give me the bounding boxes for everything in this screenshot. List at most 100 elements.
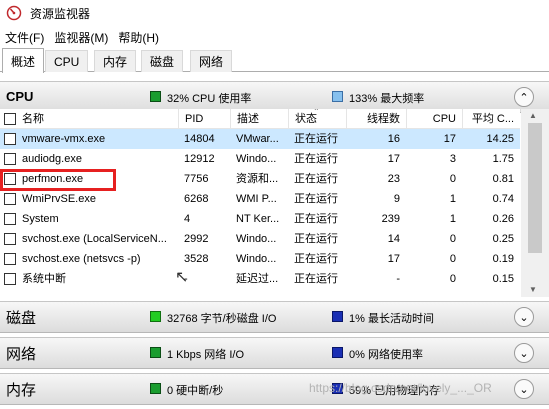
scroll-up-icon[interactable]: ▲ [529, 111, 537, 120]
overview-panel: CPU 32% CPU 使用率 133% 最大频率 ⌃ 名称 PID 描述 状态… [0, 72, 549, 409]
process-avg-cpu: 0.81 [492, 173, 514, 185]
table-row[interactable]: perfmon.exe 7756 资源和... 正在运行 23 0 0.81 [0, 169, 520, 189]
menu-file[interactable]: 文件(F) [0, 29, 49, 46]
tab-disk[interactable]: 磁盘 [141, 50, 184, 72]
process-threads: 17 [387, 153, 400, 165]
process-pid: 4 [184, 213, 191, 225]
process-cpu: 17 [443, 133, 456, 145]
process-cpu: 3 [449, 153, 456, 165]
column-header-description[interactable]: 描述 [230, 109, 288, 129]
disk-io-swatch [150, 311, 161, 322]
tab-overview[interactable]: 概述 [2, 48, 45, 73]
disk-section-title: 磁盘 [6, 310, 37, 327]
process-description: VMwar... [236, 133, 279, 145]
table-row[interactable]: svchost.exe (LocalServiceN... 2992 Windo..… [0, 229, 520, 249]
cpu-max-freq-text: 133% 最大频率 [349, 93, 425, 105]
menu-bar: 文件(F) 监视器(M) 帮助(H) [0, 26, 549, 48]
process-cpu: 0 [449, 273, 456, 285]
disk-io-text: 32768 字节/秒磁盘 I/O [167, 313, 277, 325]
process-pid: 2992 [184, 233, 209, 245]
process-threads: 239 [381, 213, 400, 225]
row-checkbox[interactable] [4, 193, 16, 205]
select-all-checkbox[interactable] [4, 113, 16, 125]
row-checkbox[interactable] [4, 153, 16, 165]
table-row[interactable]: vmware-vmx.exe 14804 VMwar... 正在运行 16 17 14.25 [0, 129, 520, 149]
disk-active-swatch [332, 311, 343, 322]
resource-monitor-icon [6, 5, 22, 21]
expand-icon[interactable]: ⌄ [514, 379, 534, 399]
row-checkbox[interactable] [4, 173, 16, 185]
process-description: Windo... [236, 253, 277, 265]
mouse-cursor-icon: ↖ [175, 269, 189, 286]
process-status: 正在运行 [294, 193, 338, 205]
process-pid: 12912 [184, 153, 215, 165]
process-name: perfmon.exe [22, 173, 84, 185]
column-header-threads[interactable]: 线程数 [346, 109, 406, 129]
memory-faults-text: 0 硬中断/秒 [167, 385, 224, 397]
tab-cpu[interactable]: CPU [45, 50, 89, 72]
cpu-usage-text: 32% CPU 使用率 [167, 93, 252, 105]
process-status: 正在运行 [294, 253, 338, 265]
cpu-usage-swatch [150, 91, 161, 102]
table-row[interactable]: 系统中断 - 延迟过... 正在运行 -0 0.15 [0, 269, 520, 289]
row-checkbox[interactable] [4, 233, 16, 245]
process-name: 系统中断 [22, 273, 66, 285]
disk-section-header[interactable]: 磁盘 32768 字节/秒磁盘 I/O 1% 最长活动时间 ⌄ [0, 301, 549, 333]
sort-up-icon: ⌃ [313, 109, 320, 116]
process-name: WmiPrvSE.exe [22, 193, 96, 205]
table-row[interactable]: svchost.exe (netsvcs -p) 3528 Windo... 正在运行… [0, 249, 520, 269]
process-avg-cpu: 0.15 [492, 273, 514, 285]
network-io-swatch [150, 347, 161, 358]
column-header-cpu[interactable]: CPU [406, 109, 462, 129]
watermark: https://blog.csdn.net/lovely_..._OR [309, 381, 492, 395]
process-cpu: 0 [449, 253, 456, 265]
column-header-status[interactable]: 状态 ⌃ [288, 109, 346, 129]
collapse-icon[interactable]: ⌃ [514, 87, 534, 107]
menu-monitor[interactable]: 监视器(M) [49, 29, 113, 46]
scroll-down-icon[interactable]: ▼ [529, 285, 537, 294]
process-status: 正在运行 [294, 153, 338, 165]
process-status: 正在运行 [294, 233, 338, 245]
process-avg-cpu: 0.74 [492, 193, 514, 205]
process-cpu: 0 [449, 233, 456, 245]
process-name: audiodg.exe [22, 153, 82, 165]
column-header-avg-cpu[interactable]: 平均 C... [462, 109, 520, 129]
menu-help[interactable]: 帮助(H) [113, 29, 164, 46]
network-section-header[interactable]: 网络 1 Kbps 网络 I/O 0% 网络使用率 ⌄ [0, 337, 549, 369]
tab-memory[interactable]: 内存 [94, 50, 137, 72]
expand-icon[interactable]: ⌄ [514, 343, 534, 363]
process-avg-cpu: 1.75 [492, 153, 514, 165]
row-checkbox[interactable] [4, 273, 16, 285]
column-header-name[interactable]: 名称 [16, 109, 178, 129]
process-description: Windo... [236, 153, 277, 165]
row-checkbox[interactable] [4, 213, 16, 225]
process-status: 正在运行 [294, 273, 338, 285]
window-title: 资源监视器 [30, 6, 91, 21]
tab-bar: 概述 CPU 内存 磁盘 网络 [0, 48, 549, 73]
network-io-text: 1 Kbps 网络 I/O [167, 349, 245, 361]
scrollbar-thumb[interactable] [528, 123, 542, 253]
process-avg-cpu: 0.26 [492, 213, 514, 225]
row-checkbox[interactable] [4, 133, 16, 145]
process-description: 延迟过... [236, 273, 279, 285]
process-threads: 9 [393, 193, 400, 205]
process-description: NT Ker... [236, 213, 280, 225]
column-header-pid[interactable]: PID [178, 109, 230, 129]
table-row[interactable]: WmiPrvSE.exe 6268 WMI P... 正在运行 9 1 0.74 [0, 189, 520, 209]
cpu-section-title: CPU [6, 89, 34, 104]
expand-icon[interactable]: ⌄ [514, 307, 534, 327]
process-name: System [22, 213, 59, 225]
vertical-scrollbar[interactable]: ▲ ▼ [521, 109, 549, 297]
process-pid: 14804 [184, 133, 215, 145]
tab-network[interactable]: 网络 [190, 50, 233, 72]
process-name: vmware-vmx.exe [22, 133, 106, 145]
table-header: 名称 PID 描述 状态 ⌃ 线程数 CPU 平均 C... [0, 109, 520, 129]
table-row[interactable]: audiodg.exe 12912 Windo... 正在运行 17 3 1.75 [0, 149, 520, 169]
table-row[interactable]: System 4 NT Ker... 正在运行 239 1 0.26 [0, 209, 520, 229]
title-bar: 资源监视器 [0, 0, 549, 26]
network-usage-text: 0% 网络使用率 [349, 349, 423, 361]
process-name: svchost.exe (netsvcs -p) [22, 253, 141, 265]
process-cpu: 0 [449, 173, 456, 185]
row-checkbox[interactable] [4, 253, 16, 265]
process-threads: 17 [387, 253, 400, 265]
